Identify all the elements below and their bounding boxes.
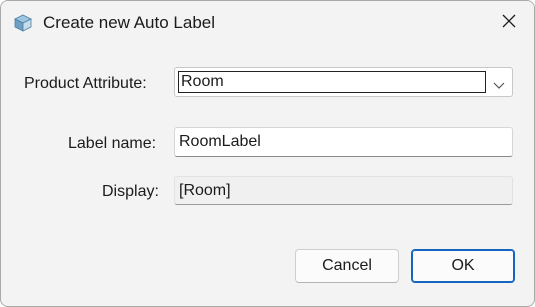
3d-box-icon — [14, 14, 32, 32]
product-attribute-label: Product Attribute: — [24, 75, 147, 92]
display-label: Display: — [102, 183, 159, 200]
product-attribute-select[interactable]: Room — [174, 67, 513, 97]
dialog-window: Create new Auto Label Product Attribute:… — [0, 0, 535, 307]
chevron-down-icon — [492, 77, 506, 89]
title-bar[interactable]: Create new Auto Label — [1, 1, 534, 45]
dialog-title: Create new Auto Label — [43, 13, 216, 32]
label-name-label: Label name: — [68, 135, 157, 152]
display-field: [Room] — [174, 176, 513, 205]
product-attribute-value: Room — [178, 71, 486, 93]
cancel-button[interactable]: Cancel — [295, 249, 399, 283]
ok-button[interactable]: OK — [411, 249, 515, 283]
close-button[interactable] — [494, 9, 524, 37]
label-name-input[interactable]: RoomLabel — [174, 127, 513, 157]
close-icon — [502, 14, 516, 33]
